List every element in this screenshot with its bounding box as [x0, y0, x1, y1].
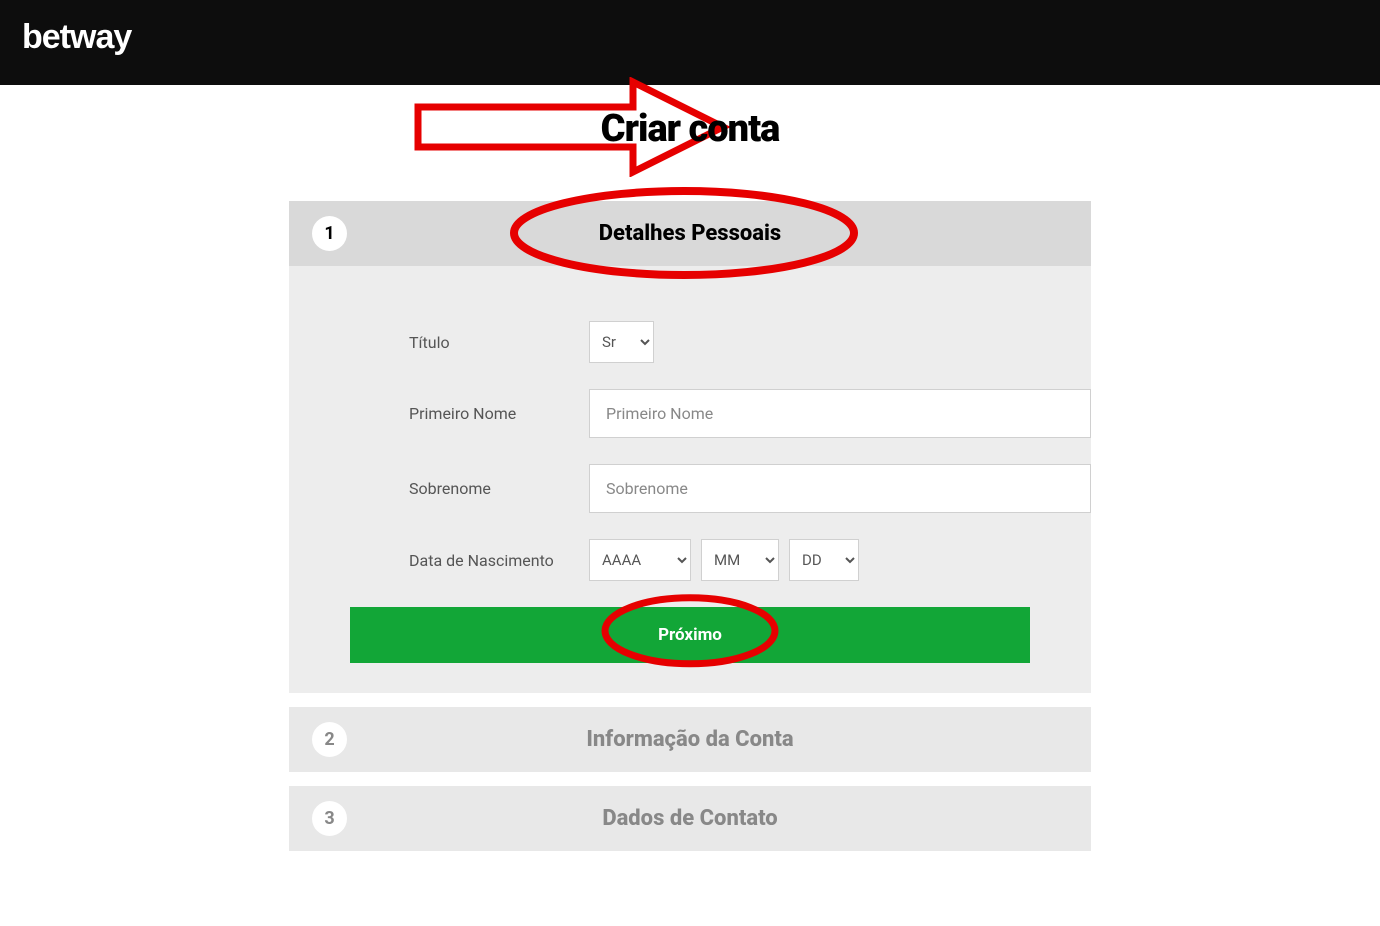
step-2-title: Informação da Conta: [312, 727, 1068, 752]
dob-month-select[interactable]: MM: [701, 539, 779, 581]
form-container: 1 Detalhes Pessoais Título Sr Primeiro N…: [289, 201, 1091, 851]
step-1-body: Título Sr Primeiro Nome Sobrenome Data d…: [289, 266, 1091, 693]
title-label: Título: [409, 333, 589, 352]
step-2-header[interactable]: 2 Informação da Conta: [289, 707, 1091, 772]
first-name-input[interactable]: [589, 389, 1091, 438]
first-name-label: Primeiro Nome: [409, 404, 589, 423]
title-row: Título Sr: [289, 321, 1091, 363]
last-name-label: Sobrenome: [409, 479, 589, 498]
svg-text:betway: betway: [22, 18, 132, 56]
dob-day-select[interactable]: DD: [789, 539, 859, 581]
dob-row: Data de Nascimento AAAA MM DD: [289, 539, 1091, 581]
betway-logo: betway: [22, 18, 162, 67]
site-header: betway: [0, 0, 1380, 85]
title-select[interactable]: Sr: [589, 321, 654, 363]
next-button[interactable]: Próximo: [350, 607, 1030, 663]
first-name-row: Primeiro Nome: [289, 389, 1091, 438]
page-title: Criar conta: [0, 107, 1380, 151]
last-name-input[interactable]: [589, 464, 1091, 513]
step-1-header: 1 Detalhes Pessoais: [289, 201, 1091, 266]
dob-year-select[interactable]: AAAA: [589, 539, 691, 581]
step-3-title: Dados de Contato: [312, 806, 1068, 831]
step-1-title: Detalhes Pessoais: [312, 221, 1068, 246]
last-name-row: Sobrenome: [289, 464, 1091, 513]
next-button-label: Próximo: [658, 625, 722, 645]
dob-label: Data de Nascimento: [409, 551, 589, 570]
step-3-header[interactable]: 3 Dados de Contato: [289, 786, 1091, 851]
